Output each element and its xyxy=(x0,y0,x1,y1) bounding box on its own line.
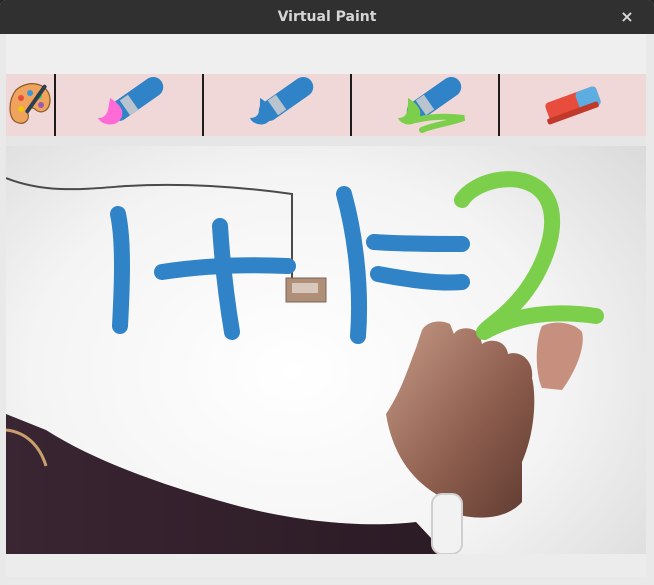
blue-brush-icon xyxy=(250,76,314,125)
palette-icon xyxy=(9,83,51,124)
pink-brush-icon xyxy=(98,76,164,125)
window-titlebar: Virtual Paint × xyxy=(0,0,654,34)
green-brush-tool[interactable] xyxy=(352,74,500,136)
stroke-one xyxy=(110,206,130,334)
window-footer xyxy=(6,554,646,577)
webcam-canvas xyxy=(6,74,646,554)
eraser-icon xyxy=(545,86,601,125)
pink-brush-tool[interactable] xyxy=(56,74,204,136)
green-brush-icon xyxy=(398,76,466,133)
blue-brush-tool[interactable] xyxy=(204,74,352,136)
virtual-paint-window: Virtual Paint × xyxy=(0,0,654,585)
close-button[interactable]: × xyxy=(618,8,636,26)
stroke-equals-top xyxy=(366,234,470,252)
eraser-tool[interactable] xyxy=(500,74,646,136)
palette-tool[interactable] xyxy=(6,74,56,136)
stroke-equals-bottom xyxy=(370,266,470,291)
wristband xyxy=(431,493,463,554)
switch xyxy=(292,283,318,293)
camera-scene xyxy=(6,74,646,554)
tool-palette-bar xyxy=(6,74,646,136)
wall-top-edge xyxy=(6,136,646,146)
window-title: Virtual Paint xyxy=(277,9,377,25)
toolbar-area xyxy=(6,34,646,74)
